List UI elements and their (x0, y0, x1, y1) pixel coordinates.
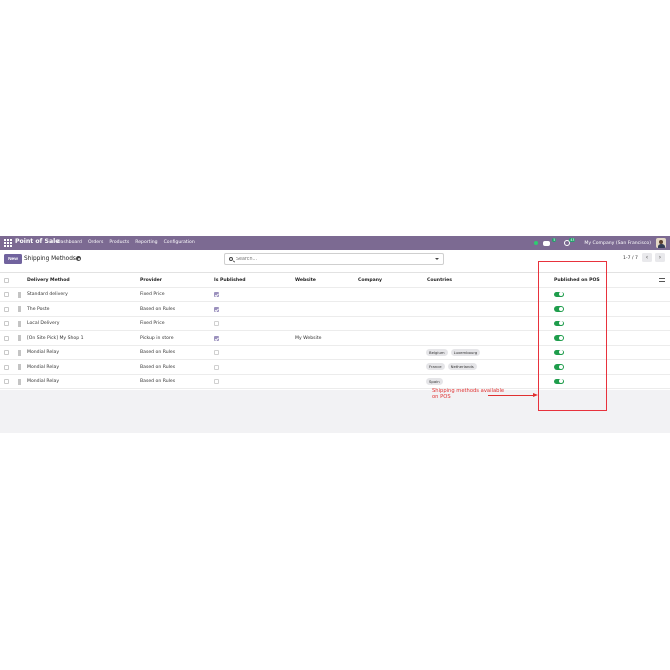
website-cell: My Website (295, 335, 322, 341)
page-title[interactable]: Shipping Methods (24, 256, 76, 262)
top-navbar: Point of Sale Dashboard Orders Products … (0, 236, 670, 250)
user-avatar[interactable] (656, 238, 666, 248)
new-button[interactable]: New (4, 254, 22, 264)
pos-column-highlight-box (538, 261, 607, 411)
company-switcher[interactable]: My Company (San Francisco) (584, 241, 651, 246)
drag-handle-icon[interactable] (18, 335, 21, 341)
provider-cell: Based on Rules (140, 364, 176, 370)
search-icon[interactable] (229, 256, 233, 261)
menu-item-dashboard[interactable]: Dashboard (57, 240, 82, 245)
annotation-text: Shipping methods available on POS (432, 388, 512, 400)
pager-value[interactable]: 1-7 / 7 (623, 256, 638, 261)
menu-item-configuration[interactable]: Configuration (164, 240, 195, 245)
activity-clock-icon[interactable]: 43 (564, 238, 576, 246)
row-checkbox[interactable] (4, 292, 9, 297)
drag-handle-icon[interactable] (18, 364, 21, 370)
delivery-method-cell: [On Site Pick] My Shop 1 (27, 335, 84, 341)
gear-icon[interactable] (76, 256, 81, 261)
search-bar (224, 253, 444, 265)
country-tag: Luxembourg (450, 348, 481, 356)
column-header-provider[interactable]: Provider (140, 278, 162, 283)
column-header-countries[interactable]: Countries (427, 278, 452, 283)
activity-badge: 43 (569, 238, 576, 242)
pager-next-button[interactable]: › (655, 253, 665, 262)
provider-cell: Based on Rules (140, 379, 176, 384)
row-checkbox[interactable] (4, 321, 9, 326)
is-published-checkbox[interactable] (214, 379, 219, 384)
column-header-website[interactable]: Website (295, 278, 316, 283)
chat-icon[interactable]: 5 (543, 237, 557, 246)
provider-cell: Fixed Price (140, 292, 165, 297)
optional-columns-settings-icon[interactable] (659, 277, 665, 283)
is-published-checkbox[interactable] (214, 350, 219, 355)
is-published-checkbox[interactable] (214, 364, 219, 370)
menu-item-reporting[interactable]: Reporting (135, 240, 157, 245)
search-options-toggle-icon[interactable] (435, 258, 439, 260)
column-header-company[interactable]: Company (358, 278, 382, 283)
menu-item-orders[interactable]: Orders (88, 240, 103, 245)
menu-item-products[interactable]: Products (109, 240, 129, 245)
countries-tags: Spain (426, 377, 443, 385)
is-published-checkbox[interactable] (214, 321, 219, 326)
select-all-checkbox[interactable] (4, 277, 9, 283)
delivery-method-cell: Local Delivery (27, 321, 60, 326)
row-checkbox[interactable] (4, 306, 9, 312)
country-tag: France (426, 363, 445, 370)
apps-grid-icon[interactable] (4, 239, 12, 247)
delivery-method-cell: Mondial Relay (27, 350, 60, 355)
chat-badge: 5 (552, 237, 557, 242)
search-input[interactable] (236, 255, 426, 263)
systray: 5 43 My Company (San Francisco) (534, 237, 666, 249)
drag-handle-icon[interactable] (18, 378, 21, 385)
pager-previous-button[interactable]: ‹ (642, 253, 652, 262)
app-brand[interactable]: Point of Sale (15, 238, 59, 245)
country-tag: Belgium (426, 348, 448, 356)
main-menu: Dashboard Orders Products Reporting Conf… (57, 240, 195, 245)
provider-cell: Fixed Price (140, 321, 165, 326)
drag-handle-icon[interactable] (18, 306, 21, 312)
column-header-delivery-method[interactable]: Delivery Method (27, 278, 70, 283)
drag-handle-icon[interactable] (18, 320, 21, 327)
row-checkbox[interactable] (4, 379, 9, 384)
column-header-is-published[interactable]: Is Published (214, 278, 246, 283)
delivery-method-cell: The Poste (27, 306, 50, 312)
delivery-method-cell: Standard delivery (27, 292, 68, 297)
status-dot-icon (534, 241, 539, 245)
annotation-arrow-head-icon (533, 393, 538, 397)
delivery-method-cell: Mondial Relay (27, 379, 60, 384)
is-published-checkbox[interactable] (214, 292, 219, 297)
provider-cell: Based on Rules (140, 350, 176, 355)
row-checkbox[interactable] (4, 364, 9, 370)
is-published-checkbox[interactable] (214, 335, 219, 341)
country-tag: Netherlands (447, 363, 477, 370)
country-tag: Spain (426, 377, 443, 385)
countries-tags: France Netherlands (426, 363, 477, 370)
row-checkbox[interactable] (4, 350, 9, 355)
provider-cell: Based on Rules (140, 306, 176, 312)
drag-handle-icon[interactable] (18, 349, 21, 356)
annotation-arrow-line (488, 395, 534, 396)
drag-handle-icon[interactable] (18, 291, 21, 298)
delivery-method-cell: Mondial Relay (27, 364, 60, 370)
row-checkbox[interactable] (4, 335, 9, 341)
is-published-checkbox[interactable] (214, 306, 219, 312)
provider-cell: Pickup in store (140, 335, 174, 341)
countries-tags: Belgium Luxembourg (426, 348, 481, 356)
